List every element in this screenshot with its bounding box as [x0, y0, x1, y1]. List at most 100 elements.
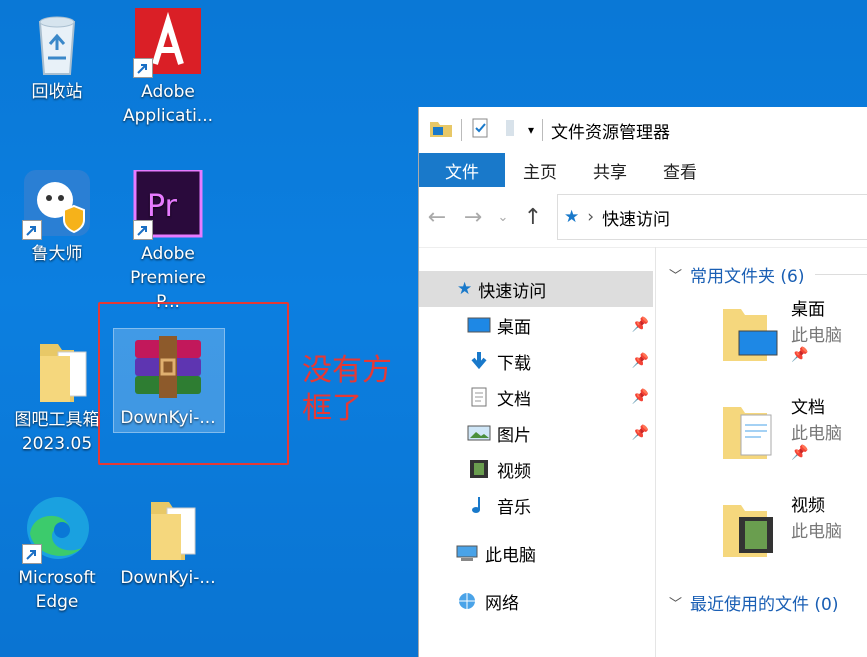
pin-icon: 📌	[631, 425, 649, 441]
video-icon	[467, 459, 491, 479]
star-icon: ★	[564, 207, 580, 227]
music-icon	[467, 495, 491, 515]
shortcut-arrow-icon	[133, 58, 153, 78]
picture-icon	[467, 423, 491, 443]
nav-label: 下载	[497, 353, 531, 374]
annotation-text: 没有方框了	[302, 353, 392, 426]
title-separator	[542, 119, 544, 141]
nav-label: 视频	[497, 461, 531, 482]
nav-item-network[interactable]: 网络	[419, 583, 653, 619]
shortcut-arrow-icon	[133, 220, 153, 240]
chevron-down-icon[interactable]: ▾	[528, 123, 534, 137]
navigation-pane: ★ 快速访问 桌面 📌 下载 📌 文档 📌 图片 📌 视频 音乐 此电脑 网络	[419, 267, 653, 657]
tab-view[interactable]: 查看	[645, 153, 715, 187]
folder-quick-icon[interactable]	[429, 118, 453, 143]
folder-name: 文档	[791, 398, 825, 418]
nav-label: 快速访问	[478, 281, 547, 302]
videos-folder-icon	[721, 501, 779, 559]
annotation-red-box	[98, 302, 289, 465]
folder-name: 桌面	[791, 300, 825, 320]
title-bar: ▾ 文件资源管理器	[419, 107, 867, 153]
chevron-down-icon: ﹀	[669, 268, 683, 284]
nav-item-music[interactable]: 音乐	[419, 487, 653, 523]
folder-tile-videos[interactable]: 视频 此电脑	[669, 487, 867, 585]
nav-label: 音乐	[497, 497, 531, 518]
recent-locations-chevron-icon[interactable]: ⌄	[491, 210, 515, 225]
folder-location: 此电脑	[791, 326, 842, 346]
pin-icon: 📌	[791, 347, 809, 363]
pane-divider[interactable]	[655, 247, 656, 657]
desktop-icon-edge[interactable]: Microsoft Edge	[7, 494, 107, 614]
group-header-frequent[interactable]: ﹀ 常用文件夹 (6)	[669, 257, 867, 291]
properties-icon[interactable]	[470, 118, 492, 143]
pin-icon: 📌	[631, 353, 649, 369]
chevron-down-icon: ﹀	[669, 596, 683, 612]
ribbon-tabs: 文件 主页 共享 查看	[419, 153, 867, 187]
adobe-app-icon	[133, 8, 203, 78]
tab-home[interactable]: 主页	[505, 153, 575, 187]
nav-item-desktop[interactable]: 桌面 📌	[419, 307, 653, 343]
back-arrow-icon[interactable]: ←	[419, 205, 455, 230]
document-icon	[467, 387, 491, 407]
network-icon	[455, 591, 479, 611]
desktop-folder-icon	[721, 305, 779, 363]
desktop-icon-premiere[interactable]: Pr Adobe Premiere P...	[118, 168, 218, 314]
recycle-bin-icon	[22, 8, 92, 78]
pin-icon: 📌	[791, 445, 809, 461]
group-title: 常用文件夹 (6)	[690, 266, 805, 287]
adobe-app-label: Adobe Applicati...	[122, 82, 214, 126]
recycle-bin-label: 回收站	[31, 82, 83, 102]
desktop-icon-ludashi[interactable]: 鲁大师	[7, 170, 107, 266]
nav-item-videos[interactable]: 视频	[419, 451, 653, 487]
window-title: 文件资源管理器	[551, 122, 671, 143]
address-row: ← → ⌄ ↑ ★ › 快速访问	[419, 187, 867, 248]
group-title: 最近使用的文件 (0)	[690, 594, 839, 615]
ludashi-label: 鲁大师	[31, 244, 83, 264]
nav-label: 文档	[497, 389, 531, 410]
title-separator	[461, 119, 462, 141]
folder-location: 此电脑	[791, 522, 842, 542]
tab-file[interactable]: 文件	[419, 153, 505, 187]
documents-folder-icon	[721, 403, 779, 461]
nav-item-this-pc[interactable]: 此电脑	[419, 535, 653, 571]
downkyi-folder-label: DownKyi-...	[120, 568, 216, 588]
shortcut-arrow-icon	[22, 220, 42, 240]
folder-tile-documents[interactable]: 文档 此电脑 📌	[669, 389, 867, 487]
desktop-icon-tuba-toolbox[interactable]: 图吧工具箱 2023.05	[7, 336, 107, 456]
folder-icon	[133, 494, 203, 564]
star-icon: ★	[457, 279, 473, 299]
premiere-icon: Pr	[133, 168, 203, 240]
file-explorer-window: ▾ 文件资源管理器 文件 主页 共享 查看 ← → ⌄ ↑ ★ › 快速访问 ★…	[418, 107, 867, 657]
folder-icon	[22, 336, 92, 406]
content-pane: ﹀ 常用文件夹 (6) 桌面 此电脑 📌 文档 此电脑 📌 视频 此电脑 ﹀ 最…	[669, 257, 867, 657]
up-arrow-icon[interactable]: ↑	[515, 205, 551, 230]
pin-icon: 📌	[631, 317, 649, 333]
nav-label: 图片	[497, 425, 531, 446]
group-header-recent[interactable]: ﹀ 最近使用的文件 (0)	[669, 585, 867, 619]
address-bar[interactable]: ★ › 快速访问	[557, 194, 867, 240]
folder-tile-desktop[interactable]: 桌面 此电脑 📌	[669, 291, 867, 389]
edge-icon	[22, 494, 92, 564]
folder-name: 视频	[791, 496, 825, 516]
nav-label: 此电脑	[485, 545, 536, 566]
forward-arrow-icon[interactable]: →	[455, 205, 491, 230]
desktop-icon-downkyi-folder[interactable]: DownKyi-...	[118, 494, 218, 590]
new-folder-icon[interactable]	[502, 118, 522, 143]
svg-text:Pr: Pr	[147, 189, 178, 224]
nav-label: 网络	[485, 593, 519, 614]
tab-share[interactable]: 共享	[575, 153, 645, 187]
nav-item-quick-access[interactable]: ★ 快速访问	[419, 271, 653, 307]
desktop-icon-recycle-bin[interactable]: 回收站	[7, 8, 107, 104]
breadcrumb-quick-access[interactable]: 快速访问	[602, 205, 670, 230]
tuba-toolbox-label: 图吧工具箱 2023.05	[14, 410, 100, 454]
group-rule	[814, 273, 867, 275]
nav-item-documents[interactable]: 文档 📌	[419, 379, 653, 415]
nav-item-pictures[interactable]: 图片 📌	[419, 415, 653, 451]
pin-icon: 📌	[631, 389, 649, 405]
edge-label: Microsoft Edge	[18, 568, 96, 612]
folder-location: 此电脑	[791, 424, 842, 444]
desktop-icon-adobe-app[interactable]: Adobe Applicati...	[118, 8, 218, 128]
breadcrumb-chevron-icon: ›	[587, 207, 595, 227]
nav-item-downloads[interactable]: 下载 📌	[419, 343, 653, 379]
shortcut-arrow-icon	[22, 544, 42, 564]
